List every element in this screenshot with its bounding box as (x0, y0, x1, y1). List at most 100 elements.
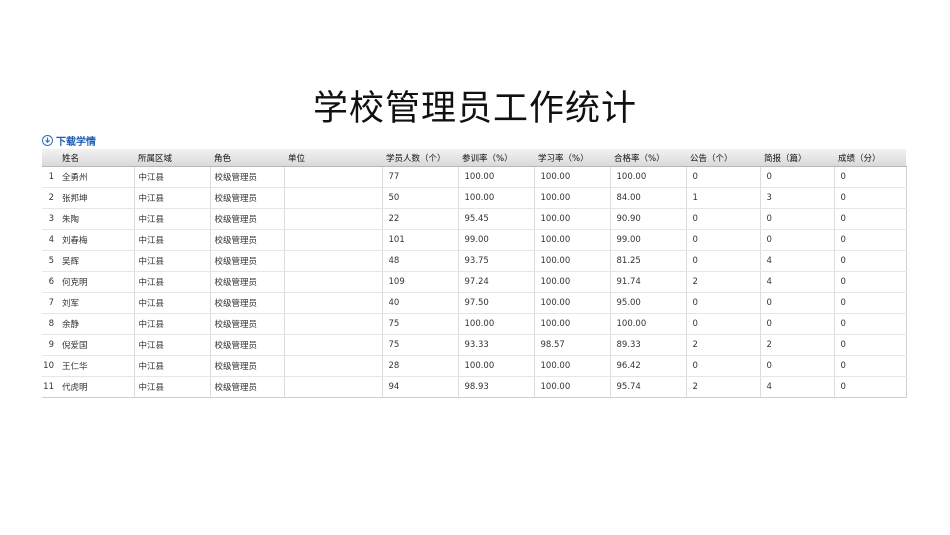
announcements-cell: 1 (686, 187, 761, 209)
pass-rate-cell: 100.00 (610, 166, 687, 188)
region-cell: 中江县 (134, 271, 211, 293)
column-header-name[interactable]: 姓名 (58, 149, 134, 167)
table-row[interactable]: 10 王仁华 中江县 校级管理员 28 100.00 100.00 96.42 0 0 0 (42, 355, 907, 377)
pass-rate-cell: 89.33 (610, 334, 687, 356)
score-cell: 0 (834, 292, 907, 314)
table-row[interactable]: 2 张邦坤 中江县 校级管理员 50 100.00 100.00 84.00 1 3 0 (42, 187, 907, 209)
table-row[interactable]: 11 代虎明 中江县 校级管理员 94 98.93 100.00 95.74 2 4 0 (42, 376, 907, 398)
unit-cell (284, 271, 383, 293)
region-cell: 中江县 (134, 229, 211, 251)
pass-rate-cell: 95.74 (610, 376, 687, 398)
briefs-cell: 0 (760, 229, 835, 251)
column-header-students[interactable]: 学员人数（个） (382, 149, 458, 167)
name-cell: 代虎明 (58, 376, 135, 398)
briefs-cell: 0 (760, 313, 835, 335)
row-index: 4 (42, 229, 58, 251)
participation-rate-cell: 95.45 (458, 208, 535, 230)
name-cell: 刘春梅 (58, 229, 135, 251)
study-rate-cell: 100.00 (534, 271, 611, 293)
column-header-unit[interactable]: 单位 (284, 149, 382, 167)
role-cell: 校级管理员 (210, 166, 285, 188)
announcements-cell: 0 (686, 250, 761, 272)
column-header-pass-rate[interactable]: 合格率（%） (610, 149, 686, 167)
row-index: 9 (42, 334, 58, 356)
row-index: 3 (42, 208, 58, 230)
table-row[interactable]: 7 刘军 中江县 校级管理员 40 97.50 100.00 95.00 0 0 0 (42, 292, 907, 314)
study-rate-cell: 100.00 (534, 166, 611, 188)
briefs-cell: 0 (760, 355, 835, 377)
announcements-cell: 2 (686, 376, 761, 398)
row-index: 7 (42, 292, 58, 314)
participation-rate-cell: 98.93 (458, 376, 535, 398)
students-cell: 75 (382, 334, 459, 356)
pass-rate-cell: 90.90 (610, 208, 687, 230)
column-header-participation-rate[interactable]: 参训率（%） (458, 149, 534, 167)
download-button[interactable]: 下载学情 (42, 133, 96, 148)
row-index: 5 (42, 250, 58, 272)
column-header-index (42, 149, 58, 167)
table-row[interactable]: 1 全勇州 中江县 校级管理员 77 100.00 100.00 100.00 0 0 0 (42, 166, 907, 188)
region-cell: 中江县 (134, 187, 211, 209)
row-index: 8 (42, 313, 58, 335)
participation-rate-cell: 100.00 (458, 166, 535, 188)
unit-cell (284, 376, 383, 398)
region-cell: 中江县 (134, 250, 211, 272)
region-cell: 中江县 (134, 208, 211, 230)
unit-cell (284, 208, 383, 230)
participation-rate-cell: 100.00 (458, 187, 535, 209)
region-cell: 中江县 (134, 166, 211, 188)
announcements-cell: 0 (686, 292, 761, 314)
participation-rate-cell: 93.75 (458, 250, 535, 272)
participation-rate-cell: 99.00 (458, 229, 535, 251)
announcements-cell: 0 (686, 313, 761, 335)
region-cell: 中江县 (134, 292, 211, 314)
column-header-announcements[interactable]: 公告（个） (686, 149, 760, 167)
participation-rate-cell: 100.00 (458, 313, 535, 335)
name-cell: 王仁华 (58, 355, 135, 377)
name-cell: 余静 (58, 313, 135, 335)
table-row[interactable]: 3 朱陶 中江县 校级管理员 22 95.45 100.00 90.90 0 0 0 (42, 208, 907, 230)
table-row[interactable]: 5 吴辉 中江县 校级管理员 48 93.75 100.00 81.25 0 4 0 (42, 250, 907, 272)
column-header-study-rate[interactable]: 学习率（%） (534, 149, 610, 167)
table-row[interactable]: 8 余静 中江县 校级管理员 75 100.00 100.00 100.00 0 0 0 (42, 313, 907, 335)
students-cell: 48 (382, 250, 459, 272)
pass-rate-cell: 81.25 (610, 250, 687, 272)
briefs-cell: 4 (760, 376, 835, 398)
name-cell: 倪爱国 (58, 334, 135, 356)
name-cell: 何克明 (58, 271, 135, 293)
unit-cell (284, 229, 383, 251)
score-cell: 0 (834, 187, 907, 209)
students-cell: 101 (382, 229, 459, 251)
students-cell: 50 (382, 187, 459, 209)
unit-cell (284, 166, 383, 188)
announcements-cell: 0 (686, 208, 761, 230)
role-cell: 校级管理员 (210, 292, 285, 314)
students-cell: 28 (382, 355, 459, 377)
score-cell: 0 (834, 334, 907, 356)
students-cell: 77 (382, 166, 459, 188)
region-cell: 中江县 (134, 376, 211, 398)
table-row[interactable]: 9 倪爱国 中江县 校级管理员 75 93.33 98.57 89.33 2 2 0 (42, 334, 907, 356)
name-cell: 张邦坤 (58, 187, 135, 209)
role-cell: 校级管理员 (210, 208, 285, 230)
pass-rate-cell: 99.00 (610, 229, 687, 251)
column-header-score[interactable]: 成绩（分） (834, 149, 906, 167)
role-cell: 校级管理员 (210, 271, 285, 293)
study-rate-cell: 100.00 (534, 292, 611, 314)
row-index: 10 (42, 355, 58, 377)
study-rate-cell: 98.57 (534, 334, 611, 356)
column-header-region[interactable]: 所属区域 (134, 149, 210, 167)
unit-cell (284, 292, 383, 314)
unit-cell (284, 187, 383, 209)
column-header-briefs[interactable]: 简报（篇） (760, 149, 834, 167)
score-cell: 0 (834, 166, 907, 188)
unit-cell (284, 313, 383, 335)
pass-rate-cell: 96.42 (610, 355, 687, 377)
row-index: 2 (42, 187, 58, 209)
column-header-role[interactable]: 角色 (210, 149, 284, 167)
score-cell: 0 (834, 355, 907, 377)
table-row[interactable]: 4 刘春梅 中江县 校级管理员 101 99.00 100.00 99.00 0 0 0 (42, 229, 907, 251)
announcements-cell: 0 (686, 166, 761, 188)
region-cell: 中江县 (134, 355, 211, 377)
table-row[interactable]: 6 何克明 中江县 校级管理员 109 97.24 100.00 91.74 2 4 0 (42, 271, 907, 293)
